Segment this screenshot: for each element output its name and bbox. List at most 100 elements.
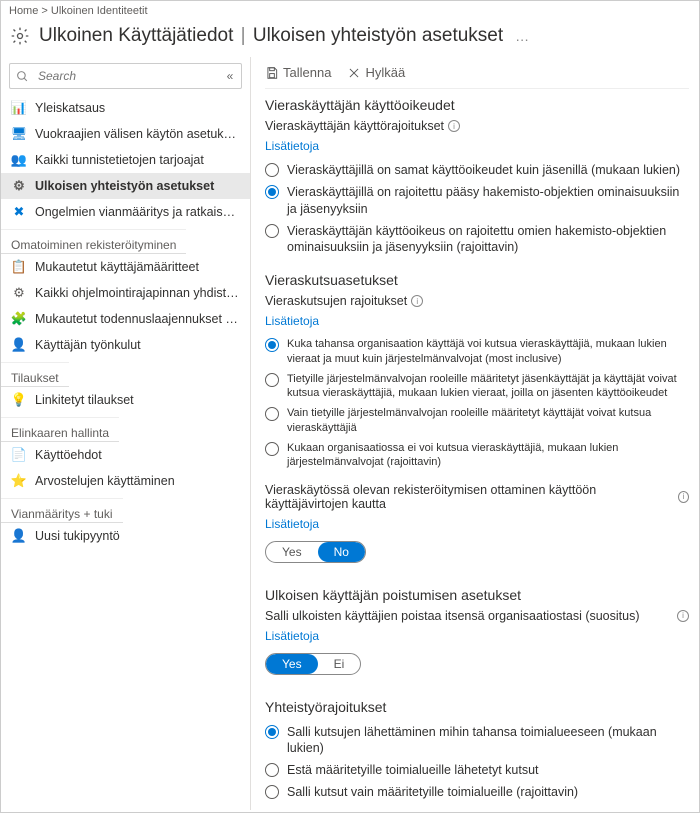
radio-icon — [265, 224, 279, 238]
radio-label: Salli kutsujen lähettäminen mihin tahans… — [287, 724, 689, 757]
group-subscriptions: Tilaukset — [1, 362, 69, 387]
sidebar-item[interactable]: 📄 Käyttöehdot — [1, 442, 250, 468]
section-leave: Ulkoisen käyttäjän poistumisen asetukset — [265, 587, 689, 603]
nav-label: Yleiskatsaus — [35, 101, 240, 115]
nav-label: Kaikki tunnistetietojen tarjoajat — [35, 153, 240, 167]
radio-option[interactable]: Vieraskäyttäjillä on samat käyttöoikeude… — [265, 159, 689, 181]
nav-label: Käyttäjän työnkulut — [35, 338, 240, 352]
nav-label: Kaikki ohjelmointirajapinnan yhdistimet — [35, 286, 240, 300]
radio-label: Vieraskäyttäjillä on samat käyttöoikeude… — [287, 162, 680, 178]
sidebar-item[interactable]: ⭐Arvostelujen käyttäminen — [1, 468, 250, 494]
radio-option[interactable]: Tietyille järjestelmänvalvojan rooleille… — [265, 369, 689, 404]
signup-label: Vieraskäytössä olevan rekisteröitymisen … — [265, 483, 689, 511]
search-input[interactable] — [34, 67, 219, 85]
info-icon[interactable]: i — [411, 295, 423, 307]
nav-label: Mukautetut käyttäjämääritteet — [35, 260, 240, 274]
radio-option[interactable]: Salli kutsujen lähettäminen mihin tahans… — [265, 721, 689, 760]
radio-icon — [265, 725, 279, 739]
breadcrumb: Home > Ulkoinen Identiteetit — [1, 1, 699, 21]
nav-icon: ⚙ — [11, 178, 27, 194]
sidebar-search[interactable]: « — [9, 63, 242, 89]
radio-icon — [265, 338, 279, 352]
sidebar-item[interactable]: 📊 Yleiskatsaus — [1, 95, 250, 121]
sidebar-item[interactable]: 👥 Kaikki tunnistetietojen tarjoajat — [1, 147, 250, 173]
info-icon[interactable]: i — [677, 610, 689, 622]
gear-icon — [9, 25, 31, 47]
nav-label: Ulkoisen yhteistyön asetukset — [35, 179, 240, 193]
sidebar-nav: 📊 Yleiskatsaus 🖥 Vuokraajien välisen käytön… — [1, 95, 250, 549]
nav-icon: ⚙ — [11, 285, 27, 301]
section-invite: Vieraskutsuasetukset — [265, 272, 689, 288]
nav-icon: 📋 — [11, 259, 27, 275]
radio-label: Tietyille järjestelmänvalvojan rooleille… — [287, 372, 689, 401]
search-icon — [10, 70, 34, 83]
breadcrumb-current: Ulkoinen Identiteetit — [51, 5, 148, 17]
sidebar-item[interactable]: 👤 Käyttäjän työnkulut — [1, 332, 250, 358]
section-guest-rights: Vieraskäyttäjän käyttöoikeudet — [265, 97, 689, 113]
sidebar: « 📊 Yleiskatsaus 🖥 Vuokraajien välisen käyt… — [1, 57, 251, 810]
radio-icon — [265, 373, 279, 387]
group-diagnostics: Vianmääritys + tuki — [1, 498, 123, 523]
radio-label: Vieraskäyttäjillä on rajoitettu pääsy ha… — [287, 184, 689, 217]
subhead-leave: Salli ulkoisten käyttäjien poistaa itsen… — [265, 609, 689, 623]
sidebar-item[interactable]: ✖Ongelmien vianmääritys ja ratkaiseminen — [1, 199, 250, 225]
page-header: Ulkoinen Käyttäjätiedot | Ulkoisen yhtei… — [1, 21, 699, 57]
nav-label: Arvostelujen käyttäminen — [35, 474, 240, 488]
learn-more-link[interactable]: Lisätietoja — [265, 629, 319, 643]
nav-label: Käyttöehdot — [35, 448, 240, 462]
radio-label: Estä määritetyille toimialueille lähetet… — [287, 762, 539, 778]
nav-icon: 👥 — [11, 152, 27, 168]
radio-icon — [265, 185, 279, 199]
nav-icon: 🖥 — [11, 126, 27, 142]
nav-icon: 🧩 — [11, 311, 27, 327]
nav-label: Vuokraajien välisen käytön asetukset — [35, 127, 240, 141]
section-collab: Yhteistyörajoitukset — [265, 699, 689, 715]
nav-icon: 👤 — [11, 337, 27, 353]
nav-icon: 💡 — [11, 392, 27, 408]
sidebar-item[interactable]: ⚙ Ulkoisen yhteistyön asetukset — [1, 173, 250, 199]
info-icon[interactable]: i — [678, 491, 689, 503]
radio-option[interactable]: Vain tietyille järjestelmänvalvojan rool… — [265, 403, 689, 438]
radio-option[interactable]: Estä määritetyille toimialueille lähetet… — [265, 759, 689, 781]
nav-icon: 📄 — [11, 447, 27, 463]
radio-option[interactable]: Vieraskäyttäjillä on rajoitettu pääsy ha… — [265, 181, 689, 220]
collapse-icon[interactable]: « — [219, 69, 241, 83]
signup-toggle[interactable]: Yes No — [265, 541, 366, 563]
sidebar-item[interactable]: 💡 Linkitetyt tilaukset — [1, 387, 250, 413]
radio-icon — [265, 407, 279, 421]
radio-option[interactable]: Vieraskäyttäjän käyttöoikeus on rajoitet… — [265, 220, 689, 259]
radio-option[interactable]: Kukaan organisaatiossa ei voi kutsua vie… — [265, 438, 689, 473]
nav-label: Uusi tukipyyntö — [35, 529, 240, 543]
radio-icon — [265, 442, 279, 456]
learn-more-link[interactable]: Lisätietoja — [265, 517, 319, 531]
toolbar: Tallenna Hylkää — [265, 63, 689, 89]
discard-button[interactable]: Hylkää — [347, 65, 405, 80]
radio-label: Kukaan organisaatiossa ei voi kutsua vie… — [287, 441, 689, 470]
radio-label: Kuka tahansa organisaation käyttäjä voi … — [287, 337, 689, 366]
page-title: Ulkoinen Käyttäjätiedot | Ulkoisen yhtei… — [39, 25, 503, 47]
group-self-service: Omatoiminen rekisteröityminen — [1, 229, 186, 254]
main-content: Tallenna Hylkää Vieraskäyttäjän käyttöoi… — [251, 57, 699, 810]
sidebar-item[interactable]: 👤Uusi tukipyyntö — [1, 523, 250, 549]
nav-label: Linkitetyt tilaukset — [35, 393, 240, 407]
radio-icon — [265, 785, 279, 799]
radio-label: Vieraskäyttäjän käyttöoikeus on rajoitet… — [287, 223, 689, 256]
radio-label: Vain tietyille järjestelmänvalvojan rool… — [287, 406, 689, 435]
breadcrumb-home[interactable]: Home > — [9, 5, 48, 17]
more-icon[interactable]: … — [511, 28, 529, 44]
radio-icon — [265, 163, 279, 177]
sidebar-item[interactable]: ⚙ Kaikki ohjelmointirajapinnan yhdistimet — [1, 280, 250, 306]
nav-label: Ongelmien vianmääritys ja ratkaiseminen — [35, 205, 240, 219]
nav-icon: 📊 — [11, 100, 27, 116]
save-button[interactable]: Tallenna — [265, 65, 331, 80]
info-icon[interactable]: i — [448, 120, 460, 132]
radio-option[interactable]: Kuka tahansa organisaation käyttäjä voi … — [265, 334, 689, 369]
sidebar-item[interactable]: 📋 Mukautetut käyttäjämääritteet — [1, 254, 250, 280]
learn-more-link[interactable]: Lisätietoja — [265, 139, 319, 153]
sidebar-item[interactable]: 🖥 Vuokraajien välisen käytön asetukset — [1, 121, 250, 147]
subhead-invite: Vieraskutsujen rajoitukset i — [265, 294, 689, 308]
leave-toggle[interactable]: Yes Ei — [265, 653, 361, 675]
sidebar-item[interactable]: 🧩Mukautetut todennuslaajennukset (esikat… — [1, 306, 250, 332]
radio-option[interactable]: Salli kutsut vain määritetyille toimialu… — [265, 781, 689, 803]
learn-more-link[interactable]: Lisätietoja — [265, 314, 319, 328]
